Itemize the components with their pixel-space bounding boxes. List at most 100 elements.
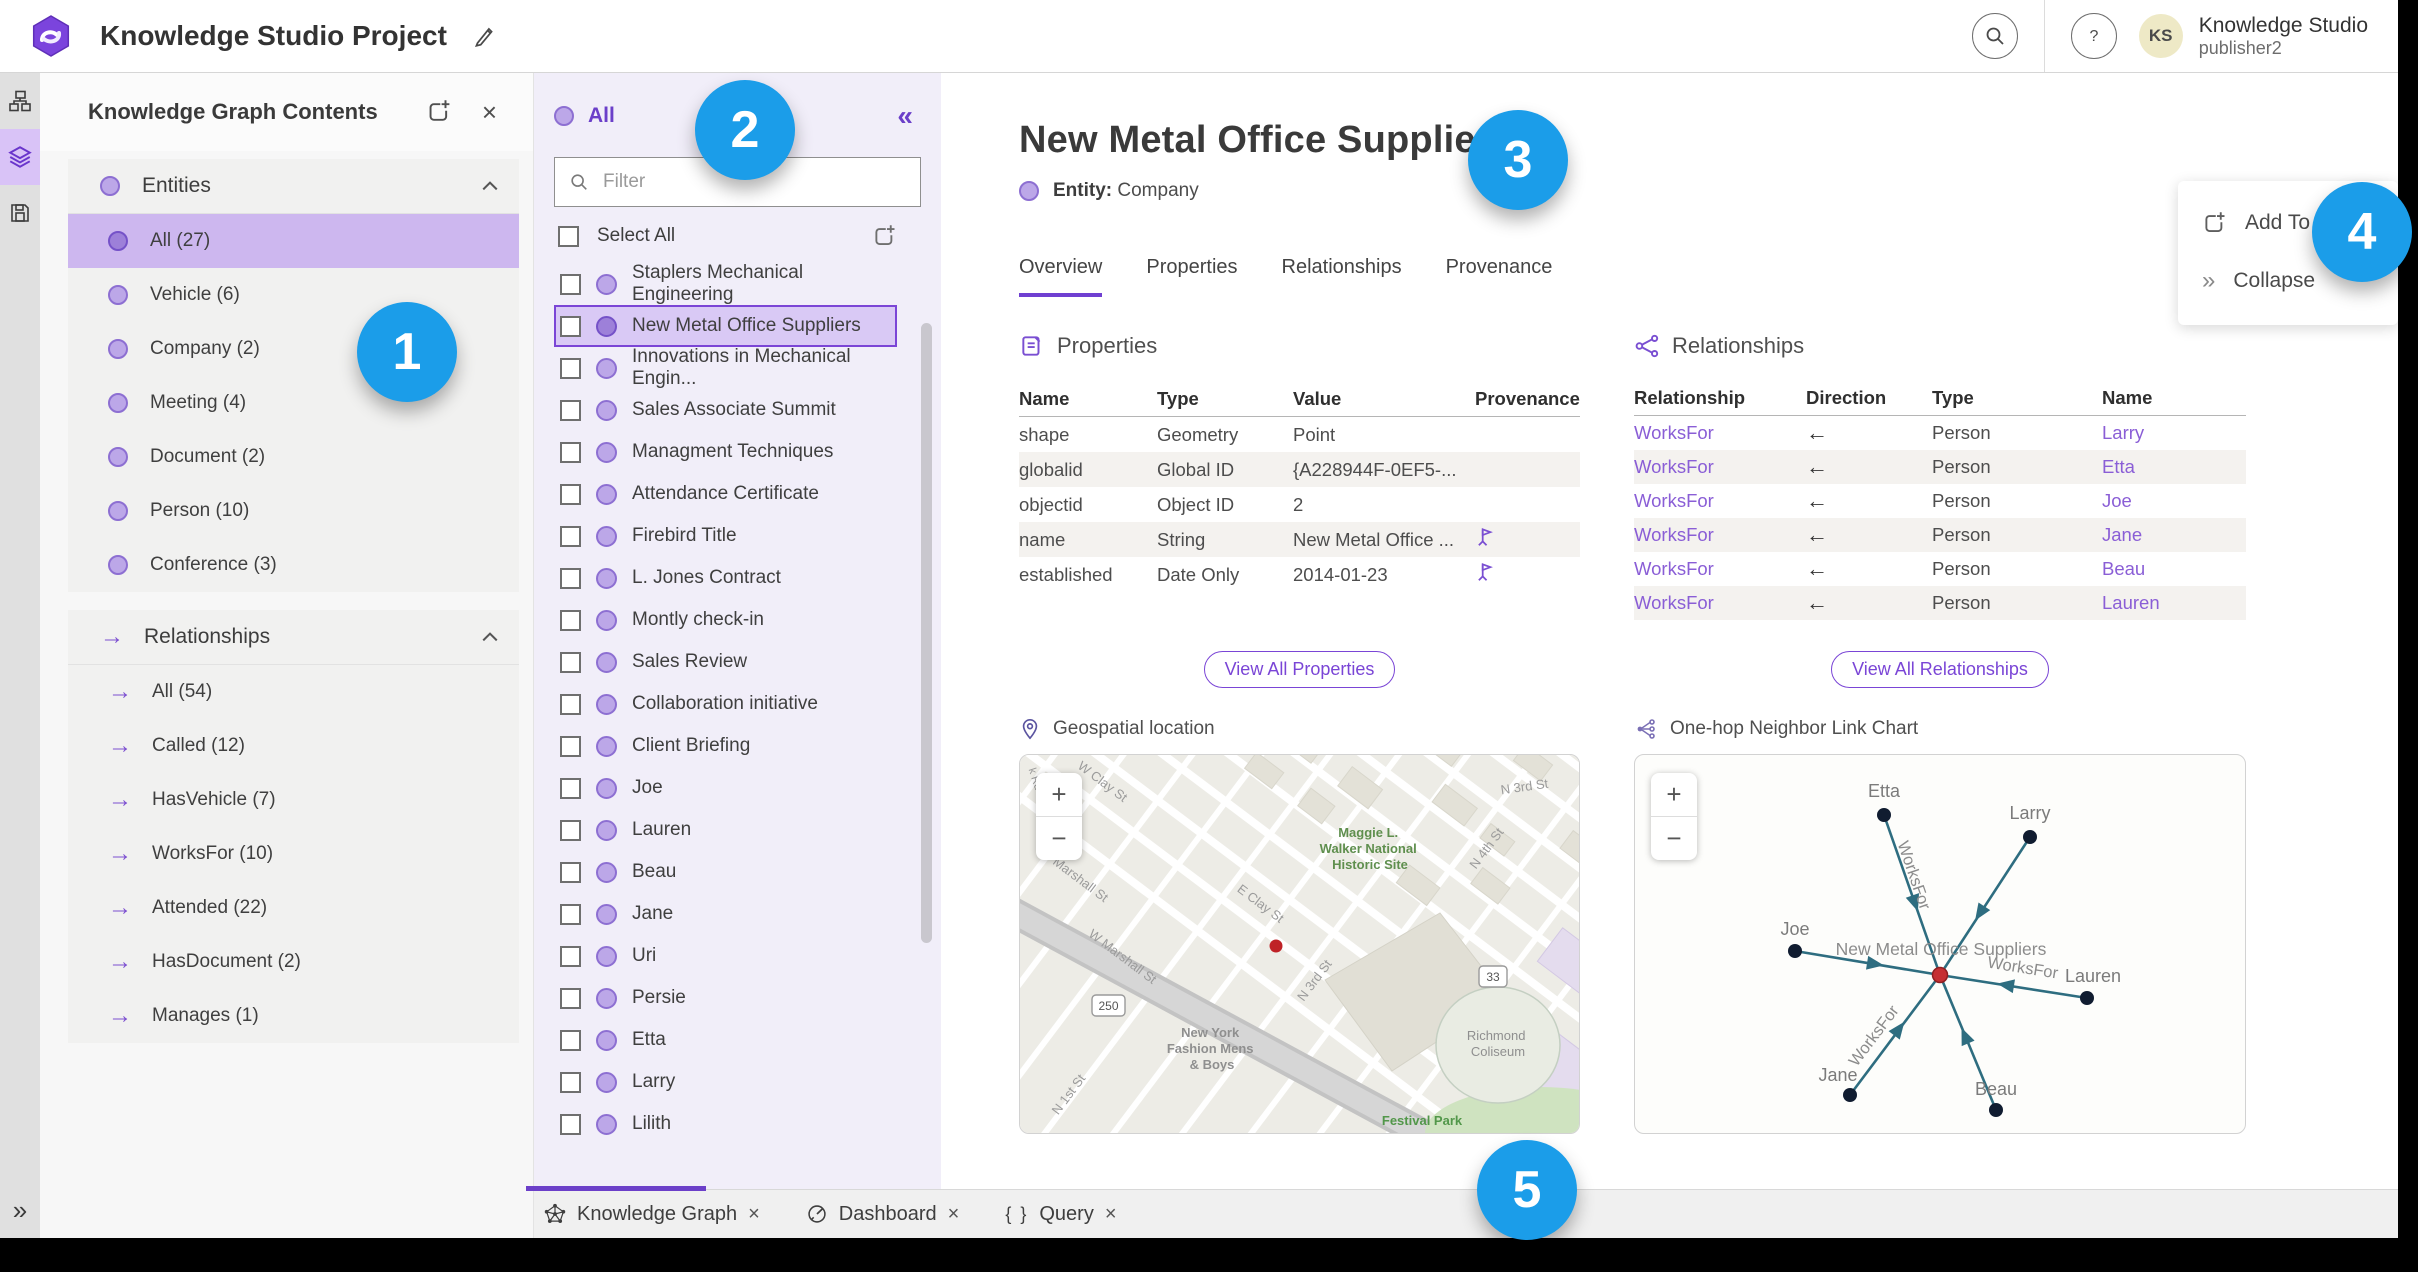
- node-joe[interactable]: [1788, 944, 1802, 958]
- relationship-link[interactable]: WorksFor: [1634, 524, 1806, 546]
- item-checkbox[interactable]: [560, 1029, 581, 1051]
- sidebar-item-rel-worksfor[interactable]: → WorksFor (10): [68, 827, 519, 881]
- relationship-link[interactable]: WorksFor: [1634, 456, 1806, 478]
- list-item[interactable]: Lilith: [554, 1103, 897, 1145]
- node-larry[interactable]: [2023, 830, 2037, 844]
- list-item[interactable]: Beau: [554, 851, 897, 893]
- relationship-link[interactable]: WorksFor: [1634, 422, 1806, 444]
- relationship-link[interactable]: WorksFor: [1634, 490, 1806, 512]
- item-checkbox[interactable]: [560, 777, 581, 799]
- node-etta[interactable]: [1877, 808, 1891, 822]
- entity-link[interactable]: Joe: [2102, 490, 2246, 512]
- entities-section-header[interactable]: Entities: [68, 159, 519, 214]
- item-checkbox[interactable]: [560, 819, 581, 841]
- item-checkbox[interactable]: [560, 315, 581, 337]
- list-item[interactable]: Collaboration initiative: [554, 683, 897, 725]
- sidebar-item-rel-all[interactable]: → All (54): [68, 665, 519, 719]
- list-item[interactable]: Joe: [554, 767, 897, 809]
- list-item[interactable]: Attendance Certificate: [554, 473, 897, 515]
- item-checkbox[interactable]: [560, 693, 581, 715]
- item-checkbox[interactable]: [560, 441, 581, 463]
- entity-link[interactable]: Etta: [2102, 456, 2246, 478]
- sidebar-item-entities-all[interactable]: All (27): [68, 214, 519, 268]
- item-checkbox[interactable]: [560, 861, 581, 883]
- list-item[interactable]: Innovations in Mechanical Engin...: [554, 346, 897, 389]
- help-button[interactable]: ?: [2070, 13, 2117, 59]
- link-chart-panel[interactable]: WorksFor WorksFor WorksFor Etta Larry Jo…: [1634, 754, 2246, 1134]
- sidebar-item-entities-document[interactable]: Document (2): [68, 430, 519, 484]
- item-checkbox[interactable]: [560, 1071, 581, 1093]
- view-all-properties-button[interactable]: View All Properties: [1203, 651, 1396, 688]
- item-checkbox[interactable]: [560, 987, 581, 1009]
- list-item[interactable]: L. Jones Contract: [554, 557, 897, 599]
- map-panel[interactable]: W Clay St Marshall St W Marshall St E Cl…: [1019, 754, 1580, 1134]
- node-center[interactable]: [1931, 966, 1949, 984]
- list-item[interactable]: Sales Review: [554, 641, 897, 683]
- tab-overview[interactable]: Overview: [1019, 256, 1103, 297]
- tab-relationships[interactable]: Relationships: [1282, 256, 1402, 297]
- item-checkbox[interactable]: [560, 399, 581, 421]
- add-to-new-icon[interactable]: [872, 224, 897, 249]
- user-info[interactable]: Knowledge Studio publisher2: [2199, 14, 2368, 59]
- list-item[interactable]: Sales Associate Summit: [554, 389, 897, 431]
- sidebar-item-entities-vehicle[interactable]: Vehicle (6): [68, 268, 519, 322]
- list-item[interactable]: Uri: [554, 935, 897, 977]
- item-checkbox[interactable]: [560, 735, 581, 757]
- sidebar-item-entities-meeting[interactable]: Meeting (4): [68, 376, 519, 430]
- zoom-out-button[interactable]: −: [1036, 817, 1082, 860]
- item-checkbox[interactable]: [560, 945, 581, 967]
- provenance-flag-icon[interactable]: [1475, 561, 1497, 583]
- sidebar-item-rel-called[interactable]: → Called (12): [68, 719, 519, 773]
- close-tab-icon[interactable]: ×: [1105, 1203, 1117, 1226]
- sidebar-item-rel-manages[interactable]: → Manages (1): [68, 989, 519, 1043]
- node-lauren[interactable]: [2080, 991, 2094, 1005]
- list-item[interactable]: Lauren: [554, 809, 897, 851]
- zoom-in-button[interactable]: +: [1651, 773, 1697, 816]
- sidebar-item-entities-conference[interactable]: Conference (3): [68, 538, 519, 592]
- item-checkbox[interactable]: [560, 1113, 581, 1135]
- item-checkbox[interactable]: [560, 525, 581, 547]
- zoom-in-button[interactable]: +: [1036, 773, 1082, 816]
- zoom-out-button[interactable]: −: [1651, 817, 1697, 860]
- sidebar-item-rel-hasdocument[interactable]: → HasDocument (2): [68, 935, 519, 989]
- list-item[interactable]: Firebird Title: [554, 515, 897, 557]
- close-tab-icon[interactable]: ×: [748, 1203, 760, 1226]
- close-panel-icon[interactable]: ×: [482, 99, 497, 125]
- avatar[interactable]: KS: [2138, 14, 2183, 58]
- list-item[interactable]: Etta: [554, 1019, 897, 1061]
- search-button[interactable]: [1971, 13, 2018, 59]
- sidebar-item-rel-attended[interactable]: → Attended (22): [68, 881, 519, 935]
- list-item[interactable]: Client Briefing: [554, 725, 897, 767]
- list-item-selected[interactable]: New Metal Office Suppliers: [554, 305, 897, 347]
- scrollbar-thumb[interactable]: [921, 323, 932, 943]
- item-checkbox[interactable]: [560, 651, 581, 673]
- list-item[interactable]: Staplers Mechanical Engineering: [554, 262, 897, 305]
- item-checkbox[interactable]: [560, 273, 581, 295]
- close-tab-icon[interactable]: ×: [948, 1203, 960, 1226]
- list-item[interactable]: Montly check-in: [554, 599, 897, 641]
- list-item[interactable]: Larry: [554, 1061, 897, 1103]
- provenance-flag-icon[interactable]: [1475, 526, 1497, 548]
- rail-expand-button[interactable]: »: [0, 1195, 40, 1226]
- sidebar-item-entities-person[interactable]: Person (10): [68, 484, 519, 538]
- list-item[interactable]: Jane: [554, 893, 897, 935]
- item-checkbox[interactable]: [560, 609, 581, 631]
- entity-link[interactable]: Beau: [2102, 558, 2246, 580]
- list-item[interactable]: Persie: [554, 977, 897, 1019]
- item-checkbox[interactable]: [560, 903, 581, 925]
- tab-dashboard[interactable]: Dashboard ×: [806, 1203, 960, 1226]
- rail-item-contents[interactable]: [0, 129, 40, 185]
- tab-knowledge-graph[interactable]: Knowledge Graph ×: [544, 1203, 760, 1226]
- item-checkbox[interactable]: [560, 357, 581, 379]
- edit-title-button[interactable]: [471, 23, 497, 49]
- entity-link[interactable]: Jane: [2102, 524, 2246, 546]
- select-all-checkbox[interactable]: [558, 225, 579, 247]
- rail-item-save[interactable]: [0, 185, 40, 241]
- entity-link[interactable]: Lauren: [2102, 592, 2246, 614]
- sidebar-item-rel-hasvehicle[interactable]: → HasVehicle (7): [68, 773, 519, 827]
- node-beau[interactable]: [1989, 1103, 2003, 1117]
- relationship-link[interactable]: WorksFor: [1634, 592, 1806, 614]
- node-jane[interactable]: [1843, 1088, 1857, 1102]
- relationship-link[interactable]: WorksFor: [1634, 558, 1806, 580]
- collapse-panel-icon[interactable]: «: [897, 100, 913, 132]
